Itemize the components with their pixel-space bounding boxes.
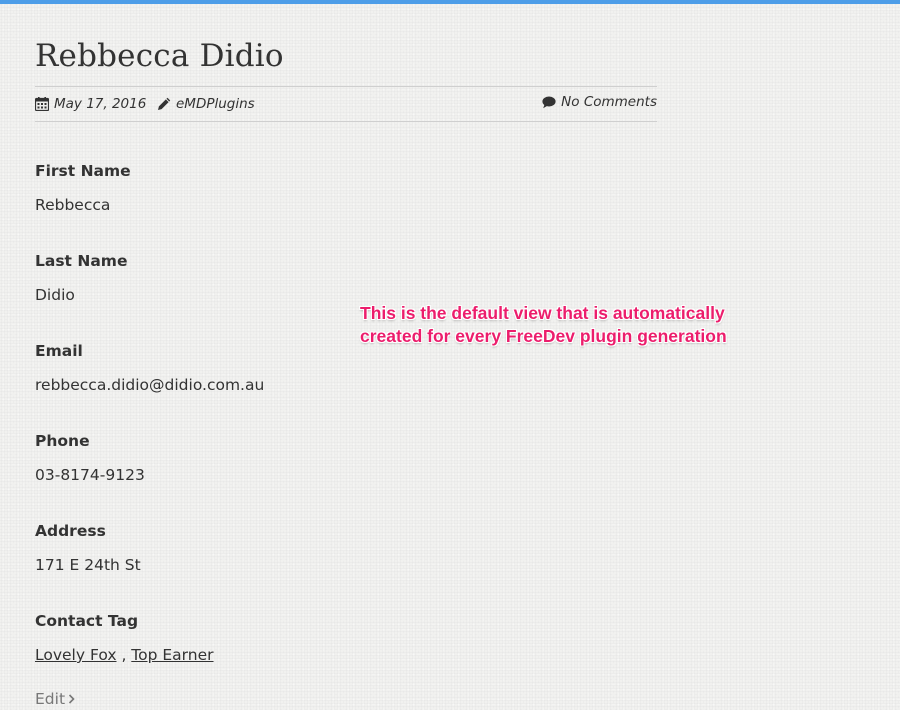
- comment-icon: [542, 96, 556, 109]
- field-value: Rebbecca: [35, 196, 111, 214]
- field-first-name: First Name Rebbecca: [35, 160, 657, 216]
- post-content: Rebbecca Didio May 17, 2016 eMDPlugins N…: [35, 34, 657, 710]
- tag-link-top-earner[interactable]: Top Earner: [131, 646, 213, 664]
- field-email: Email rebbecca.didio@didio.com.au: [35, 340, 657, 396]
- post-meta-bar: May 17, 2016 eMDPlugins No Comments: [35, 86, 657, 122]
- post-comments[interactable]: No Comments: [542, 94, 657, 110]
- field-phone: Phone 03-8174-9123: [35, 430, 657, 486]
- post-author[interactable]: eMDPlugins: [157, 96, 255, 112]
- annotation-line-1: This is the default view that is automat…: [360, 303, 725, 323]
- field-label: Contact Tag: [35, 612, 139, 630]
- edit-link[interactable]: Edit: [35, 688, 657, 710]
- contact-fields: First Name Rebbecca Last Name Didio Emai…: [35, 160, 657, 666]
- chevron-right-icon: [68, 688, 75, 710]
- field-label: First Name: [35, 162, 131, 180]
- post-title: Rebbecca Didio: [35, 38, 284, 74]
- calendar-icon: [35, 97, 49, 111]
- post-date: May 17, 2016: [35, 96, 146, 112]
- field-last-name: Last Name Didio: [35, 250, 657, 306]
- tag-link-lovely-fox[interactable]: Lovely Fox: [35, 646, 117, 664]
- annotation-callout: This is the default view that is automat…: [360, 302, 780, 348]
- comments-link[interactable]: No Comments: [561, 94, 657, 110]
- field-value: 03-8174-9123: [35, 466, 145, 484]
- field-value: 171 E 24th St: [35, 556, 141, 574]
- top-accent-bar: [0, 0, 900, 4]
- post-author-link[interactable]: eMDPlugins: [176, 96, 255, 112]
- annotation-line-2: created for every FreeDev plugin generat…: [360, 326, 727, 346]
- pencil-icon: [157, 97, 171, 111]
- field-address: Address 171 E 24th St: [35, 520, 657, 576]
- post-date-text: May 17, 2016: [54, 96, 147, 112]
- contact-tag-list: Lovely Fox , Top Earner: [35, 644, 657, 666]
- field-contact-tag: Contact Tag Lovely Fox , Top Earner: [35, 610, 657, 666]
- field-value: rebbecca.didio@didio.com.au: [35, 376, 265, 394]
- field-label: Phone: [35, 432, 90, 450]
- tag-separator: ,: [116, 646, 132, 664]
- field-label: Last Name: [35, 252, 128, 270]
- field-label: Address: [35, 522, 106, 540]
- edit-label[interactable]: Edit: [35, 688, 65, 710]
